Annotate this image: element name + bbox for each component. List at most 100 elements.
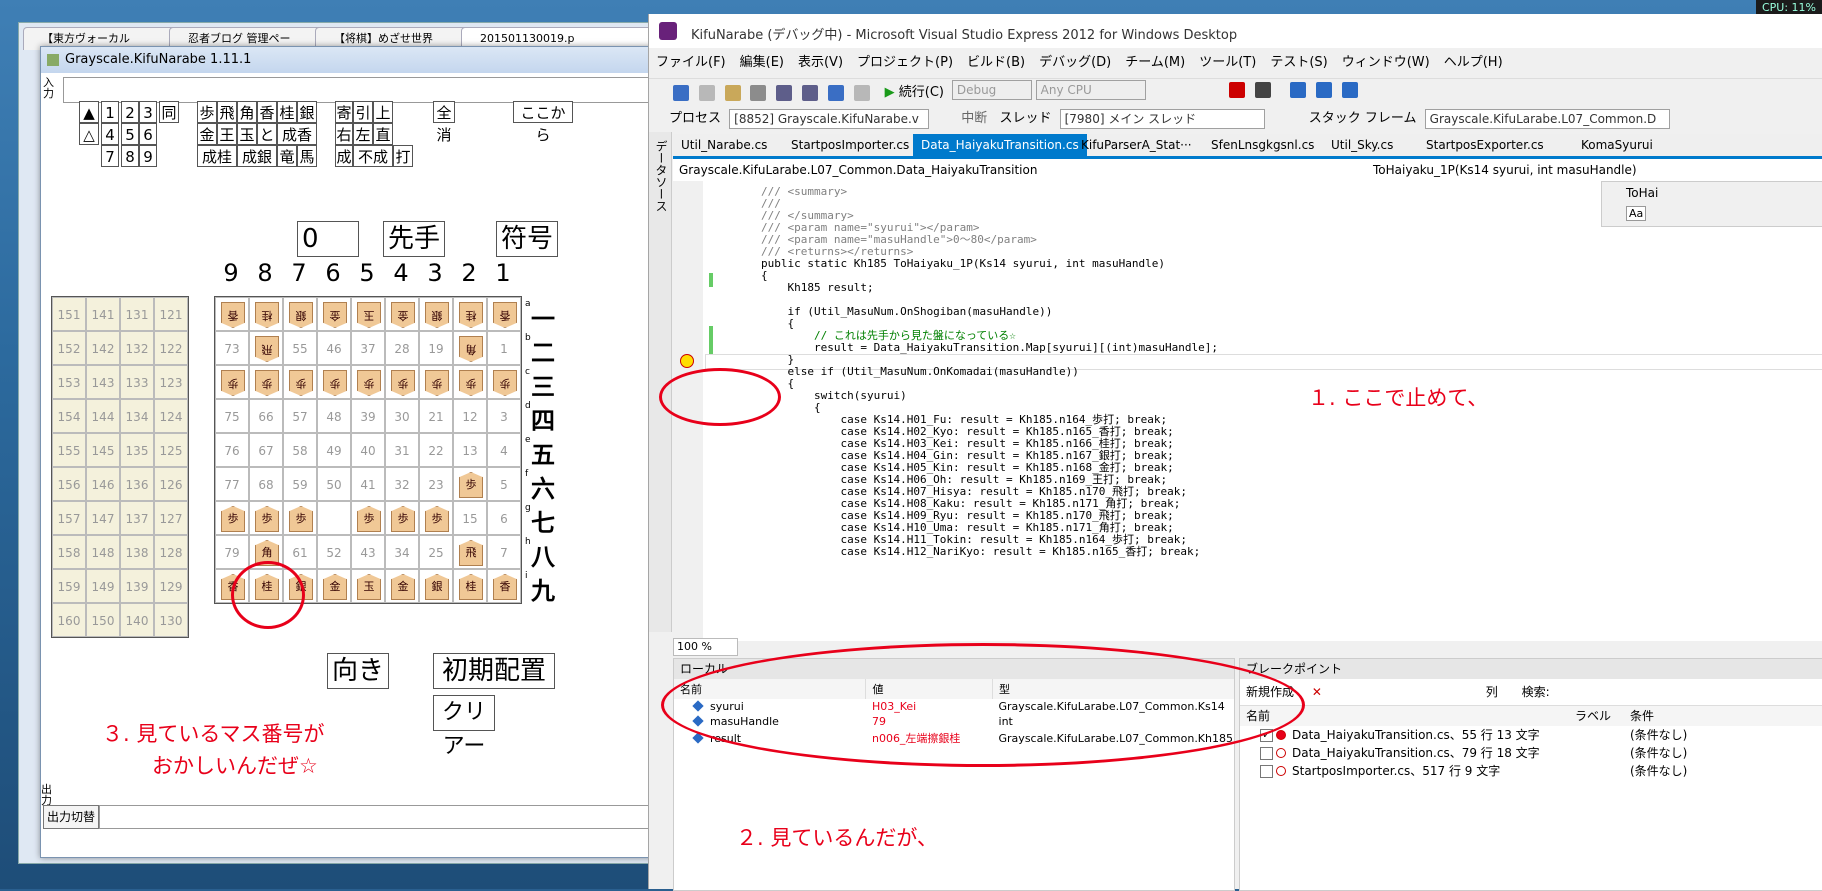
board-square[interactable]: 48 [317,399,351,433]
komadai-cell[interactable]: 135 [120,433,154,467]
input-key-button[interactable]: 5 [121,123,139,145]
menu-item[interactable]: チーム(M) [1118,48,1192,78]
turn-button[interactable]: 先手 [383,221,445,257]
input-key-button[interactable]: 上 [373,101,393,123]
input-key-button[interactable]: ▲ [79,101,99,123]
board-square[interactable]: 31 [385,433,419,467]
input-key-button[interactable]: 成桂 [197,145,237,167]
komadai-cell[interactable]: 121 [154,297,188,331]
board-square[interactable]: 歩 [351,501,385,535]
board-square[interactable]: 玉 [351,297,385,331]
input-key-button[interactable]: 玉 [237,123,257,145]
board-square[interactable]: 香 [215,297,249,331]
input-key-button[interactable]: 成銀 [237,145,277,167]
board-square[interactable]: 5 [487,467,521,501]
board-square[interactable]: 55 [283,331,317,365]
komadai-cell[interactable]: 127 [154,501,188,535]
breakpoint-checkbox[interactable] [1260,765,1273,778]
document-tab[interactable]: StartposImporter.cs [783,134,909,156]
input-key-button[interactable]: 6 [139,123,157,145]
komadai-cell[interactable]: 139 [120,569,154,603]
board-square[interactable]: 75 [215,399,249,433]
board-square[interactable]: 銀 [283,297,317,331]
input-key-button[interactable]: 1 [101,101,119,123]
board-square[interactable]: 57 [283,399,317,433]
class-navigator[interactable]: Grayscale.KifuLarabe.L07_Common.Data_Hai… [679,159,1349,181]
board-square[interactable]: 3 [487,399,521,433]
initial-position-button[interactable]: 初期配置 [433,653,555,689]
output-switch-button[interactable]: 出力切替 [43,805,99,829]
redo-icon[interactable] [853,85,870,101]
input-key-button[interactable]: 左 [353,123,373,145]
menu-item[interactable]: デバッグ(D) [1032,48,1118,78]
input-key-button[interactable]: 4 [101,123,119,145]
komadai-cell[interactable]: 157 [52,501,86,535]
komadai-cell[interactable]: 155 [52,433,86,467]
board-square[interactable]: 玉 [351,569,385,603]
bp-header-condition[interactable]: 条件 [1630,706,1654,726]
komadai-cell[interactable]: 160 [52,603,86,637]
komadai-cell[interactable]: 137 [120,501,154,535]
input-key-button[interactable]: 引 [353,101,373,123]
komadai-cell[interactable]: 143 [86,365,120,399]
code-editor[interactable]: /// <summary>/// /// </summary>/// <para… [673,181,1822,641]
komadai-cell[interactable]: 152 [52,331,86,365]
menu-item[interactable]: ビルド(B) [960,48,1032,78]
board-square[interactable]: 歩 [385,501,419,535]
komadai-cell[interactable]: 138 [120,535,154,569]
menu-item[interactable]: テスト(S) [1263,48,1334,78]
clear-button[interactable]: クリアー [433,695,495,759]
board-square[interactable]: 歩 [453,467,487,501]
input-key-button[interactable]: 竜 [277,145,297,167]
board-square[interactable]: 歩 [453,365,487,399]
stackframe-select[interactable]: Grayscale.KifuLarabe.L07_Common.D [1424,108,1670,129]
breakpoint-checkbox[interactable] [1260,747,1273,760]
menu-item[interactable]: ヘルプ(H) [1437,48,1510,78]
input-key-button[interactable]: 成 [335,145,353,167]
komadai-cell[interactable]: 124 [154,399,188,433]
input-key-button[interactable]: 香 [257,101,277,123]
columns-button[interactable]: 列 [1486,685,1498,699]
datasource-tab[interactable]: データソース [653,140,670,212]
komadai-cell[interactable]: 132 [120,331,154,365]
board-square[interactable]: 43 [351,535,385,569]
step-out-icon[interactable] [1341,82,1358,98]
input-key-button[interactable]: 同 [159,101,179,123]
board-square[interactable]: 歩 [487,365,521,399]
board-square[interactable]: 41 [351,467,385,501]
komadai-cell[interactable]: 141 [86,297,120,331]
komadai-cell[interactable]: 158 [52,535,86,569]
save-all-icon[interactable] [802,85,819,101]
board-square[interactable]: 21 [419,399,453,433]
breakpoint-row[interactable]: StartposImporter.cs、517 行 9 文字 (条件なし) [1240,762,1822,780]
komadai-cell[interactable]: 136 [120,467,154,501]
open-file-icon[interactable] [750,85,767,101]
board-square[interactable]: 歩 [215,501,249,535]
board-square[interactable]: 79 [215,535,249,569]
board-square[interactable]: 歩 [385,365,419,399]
board-square[interactable]: 37 [351,331,385,365]
document-tab-active[interactable]: Data_HaiyakuTransition.cs [913,134,1087,156]
board-square[interactable]: 46 [317,331,351,365]
komadai-cell[interactable]: 154 [52,399,86,433]
board-square[interactable]: 金 [385,297,419,331]
input-key-button[interactable]: 飛 [217,101,237,123]
board-square[interactable]: 15 [453,501,487,535]
input-key-button[interactable]: 右 [335,123,353,145]
board-square[interactable]: 角 [453,331,487,365]
board-square[interactable]: 19 [419,331,453,365]
komadai-cell[interactable]: 144 [86,399,120,433]
board-square[interactable]: 歩 [249,365,283,399]
zoom-select[interactable]: 100 % [673,638,738,656]
komadai-cell[interactable]: 153 [52,365,86,399]
board-square[interactable]: 68 [249,467,283,501]
board-square[interactable]: 58 [283,433,317,467]
board-square[interactable]: 銀 [419,297,453,331]
input-key-button[interactable]: 馬 [297,145,317,167]
menu-item[interactable]: 編集(E) [733,48,791,78]
board-square[interactable]: 73 [215,331,249,365]
menu-item[interactable]: ファイル(F) [649,48,733,78]
board-square[interactable]: 歩 [351,365,385,399]
board-square[interactable]: 28 [385,331,419,365]
board-square[interactable]: 飛 [453,535,487,569]
